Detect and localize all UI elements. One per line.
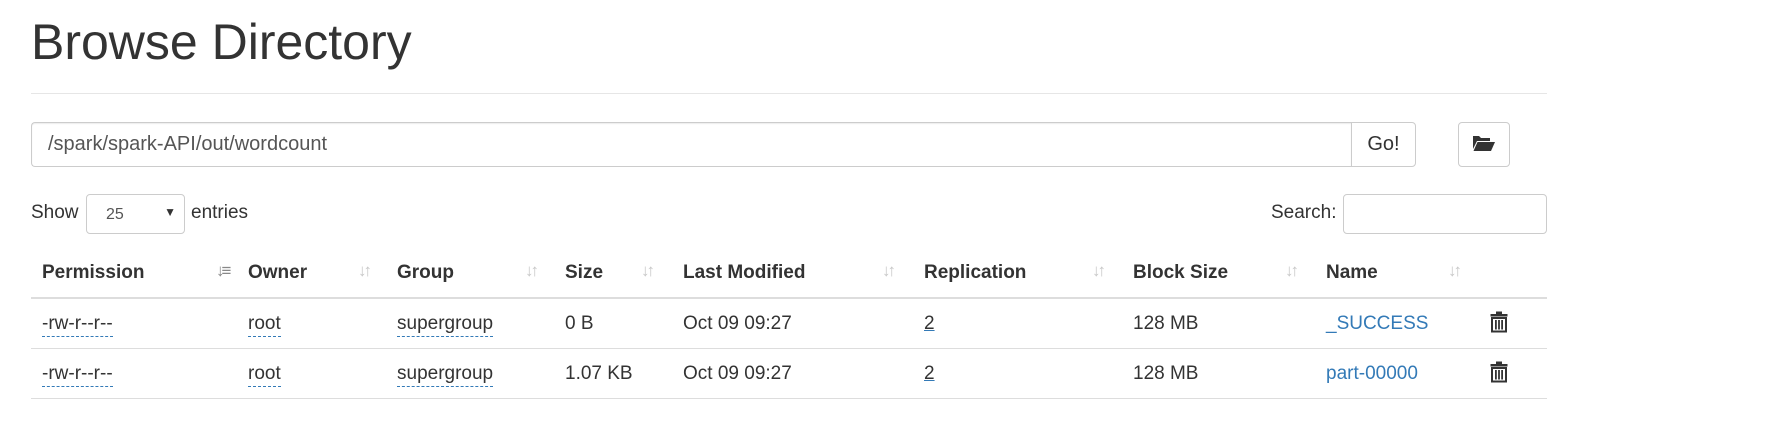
entries-per-page-value: 25 <box>106 206 124 223</box>
file-name-link[interactable]: part-00000 <box>1326 362 1418 386</box>
size-cell: 0 B <box>565 313 594 334</box>
sort-icon: ↓↑ <box>641 261 655 280</box>
show-label: Show <box>31 202 79 223</box>
sort-icon: ↓↑ <box>1092 261 1106 280</box>
trash-icon[interactable] <box>1490 311 1508 338</box>
size-cell: 1.07 KB <box>565 363 633 384</box>
block-size-cell: 128 MB <box>1133 313 1199 334</box>
entries-per-page-select[interactable]: 25 ▼ <box>86 194 185 234</box>
column-header-size[interactable]: Size ↓↑ <box>565 249 683 297</box>
table-header: Permission ↓≡ Owner ↓↑ Group ↓↑ Size ↓↑ … <box>31 249 1547 299</box>
sort-icon: ↓↑ <box>1448 261 1462 280</box>
group-cell[interactable]: supergroup <box>397 362 494 387</box>
file-name-link[interactable]: _SUCCESS <box>1326 312 1428 336</box>
search-input[interactable] <box>1343 194 1547 234</box>
column-header-block-size[interactable]: Block Size ↓↑ <box>1133 249 1327 297</box>
column-header-group[interactable]: Group ↓↑ <box>397 249 567 297</box>
column-header-permission[interactable]: Permission ↓≡ <box>42 249 247 297</box>
column-header-replication[interactable]: Replication ↓↑ <box>924 249 1134 297</box>
group-cell[interactable]: supergroup <box>397 312 494 337</box>
block-size-cell: 128 MB <box>1133 363 1199 384</box>
table-row: -rw-r--r-- root supergroup 0 B Oct 09 09… <box>31 299 1547 349</box>
column-header-owner[interactable]: Owner ↓↑ <box>248 249 398 297</box>
sort-ascending-icon: ↓≡ <box>216 261 232 280</box>
permission-cell[interactable]: -rw-r--r-- <box>42 312 113 337</box>
table-row: -rw-r--r-- root supergroup 1.07 KB Oct 0… <box>31 349 1547 399</box>
column-label: Owner <box>248 262 308 283</box>
owner-cell[interactable]: root <box>248 362 281 387</box>
column-header-last-modified[interactable]: Last Modified ↓↑ <box>683 249 923 297</box>
column-label: Name <box>1326 262 1378 283</box>
column-label: Group <box>397 262 454 283</box>
column-label: Block Size <box>1133 262 1229 283</box>
column-label: Replication <box>924 262 1027 283</box>
sort-icon: ↓↑ <box>358 261 372 280</box>
permission-cell[interactable]: -rw-r--r-- <box>42 362 113 387</box>
last-modified-cell: Oct 09 09:27 <box>683 363 792 384</box>
folder-open-icon <box>1472 134 1496 155</box>
column-label: Permission <box>42 262 145 283</box>
sort-icon: ↓↑ <box>1285 261 1299 280</box>
create-directory-button[interactable] <box>1458 122 1510 167</box>
last-modified-cell: Oct 09 09:27 <box>683 313 792 334</box>
sort-icon: ↓↑ <box>882 261 896 280</box>
replication-cell[interactable]: 2 <box>924 362 935 386</box>
owner-cell[interactable]: root <box>248 312 281 337</box>
replication-cell[interactable]: 2 <box>924 312 935 336</box>
sort-icon: ↓↑ <box>525 261 539 280</box>
search-label: Search: <box>1271 202 1337 223</box>
directory-path-input[interactable] <box>31 122 1351 167</box>
column-label: Size <box>565 262 604 283</box>
entries-label: entries <box>191 202 249 223</box>
page-title: Browse Directory <box>31 14 412 70</box>
trash-icon[interactable] <box>1490 361 1508 388</box>
column-header-name[interactable]: Name ↓↑ <box>1326 249 1476 297</box>
title-divider <box>31 93 1547 94</box>
column-label: Last Modified <box>683 262 806 283</box>
caret-down-icon: ▼ <box>164 205 176 219</box>
file-table: Permission ↓≡ Owner ↓↑ Group ↓↑ Size ↓↑ … <box>31 249 1547 399</box>
go-button[interactable]: Go! <box>1351 122 1416 167</box>
